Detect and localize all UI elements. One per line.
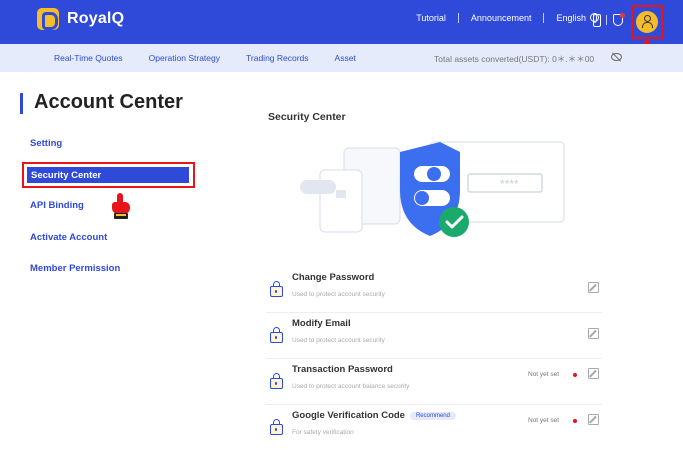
row-title: Change Password <box>292 272 375 283</box>
sidebar-item-api-binding[interactable]: API Binding <box>30 200 84 211</box>
sidebar-item-member-permission[interactable]: Member Permission <box>30 263 120 274</box>
row-divider <box>266 358 602 359</box>
pointer-hand-icon <box>110 193 132 219</box>
nav-divider <box>606 15 607 25</box>
row-subtitle: For safety verification <box>292 429 354 436</box>
row-divider <box>266 404 602 405</box>
sidebar-item-security-center[interactable]: Security Center <box>27 167 189 183</box>
row-title: Modify Email <box>292 318 351 329</box>
nav-tutorial[interactable]: Tutorial <box>416 13 446 23</box>
subnav-real-time-quotes[interactable]: Real-Time Quotes <box>54 53 123 63</box>
page-title: Account Center <box>34 91 183 113</box>
language-label: English <box>556 13 586 23</box>
security-illustration: **** <box>300 141 565 237</box>
eye-slash-icon[interactable] <box>611 53 622 61</box>
sub-nav-links: Real-Time Quotes Operation Strategy Trad… <box>54 53 382 63</box>
title-accent-bar <box>20 93 23 114</box>
edit-icon[interactable] <box>588 368 599 379</box>
phone-icon[interactable] <box>593 14 601 27</box>
row-title-text: Google Verification Code <box>292 410 405 421</box>
subnav-trading-records[interactable]: Trading Records <box>246 53 309 63</box>
row-subtitle: Used to protect account security <box>292 337 385 344</box>
nav-divider <box>543 13 545 23</box>
security-row-modify-email: Modify Email Used to protect account sec… <box>266 318 602 359</box>
avatar-icon[interactable] <box>636 11 658 33</box>
sub-nav: Real-Time Quotes Operation Strategy Trad… <box>0 44 683 72</box>
page: RoyalQ Tutorial Announcement English Rea… <box>0 0 683 470</box>
recommend-badge: Recommend <box>409 412 456 420</box>
row-title: Transaction Password <box>292 364 393 375</box>
active-item-highlight: Security Center <box>22 162 195 188</box>
subnav-asset[interactable]: Asset <box>335 53 356 63</box>
password-mask-text: **** <box>500 177 519 191</box>
row-subtitle: Used to protect account balance security <box>292 383 410 390</box>
total-assets: Total assets converted(USDT): 0＊.＊＊00 <box>434 53 594 65</box>
lock-icon <box>270 327 283 343</box>
assets-value: 0＊.＊＊00 <box>552 54 595 64</box>
nav-announcement[interactable]: Announcement <box>471 13 532 23</box>
status-dot <box>573 419 577 423</box>
top-nav: Tutorial Announcement English <box>416 13 599 23</box>
subnav-operation-strategy[interactable]: Operation Strategy <box>149 53 220 63</box>
status-text: Not yet set <box>528 417 560 424</box>
top-header: RoyalQ Tutorial Announcement English <box>0 0 683 44</box>
brand-name: RoyalQ <box>67 10 125 27</box>
avatar-highlight <box>631 5 663 39</box>
sidebar-item-activate-account[interactable]: Activate Account <box>30 232 107 243</box>
status-text: Not yet set <box>528 371 560 378</box>
logo[interactable]: RoyalQ <box>37 8 124 30</box>
assets-label: Total assets converted(USDT): <box>434 54 550 64</box>
sidebar-item-setting[interactable]: Setting <box>30 138 62 149</box>
security-row-transaction-password: Transaction Password Used to protect acc… <box>266 364 602 405</box>
security-row-google-verification: Google Verification Code Recommend For sa… <box>266 410 602 451</box>
logo-icon <box>37 8 59 30</box>
edit-icon[interactable] <box>588 282 599 293</box>
edit-icon[interactable] <box>588 414 599 425</box>
row-divider <box>266 312 602 313</box>
row-subtitle: Used to protect account security <box>292 291 385 298</box>
edit-icon[interactable] <box>588 328 599 339</box>
lock-icon <box>270 419 283 435</box>
lock-icon <box>270 281 283 297</box>
section-title: Security Center <box>268 111 346 123</box>
lock-icon <box>270 373 283 389</box>
status-dot <box>573 373 577 377</box>
row-title: Google Verification Code Recommend <box>292 410 456 421</box>
shield-icon[interactable] <box>613 13 625 26</box>
security-row-change-password: Change Password Used to protect account … <box>266 272 602 313</box>
nav-divider <box>457 13 459 23</box>
